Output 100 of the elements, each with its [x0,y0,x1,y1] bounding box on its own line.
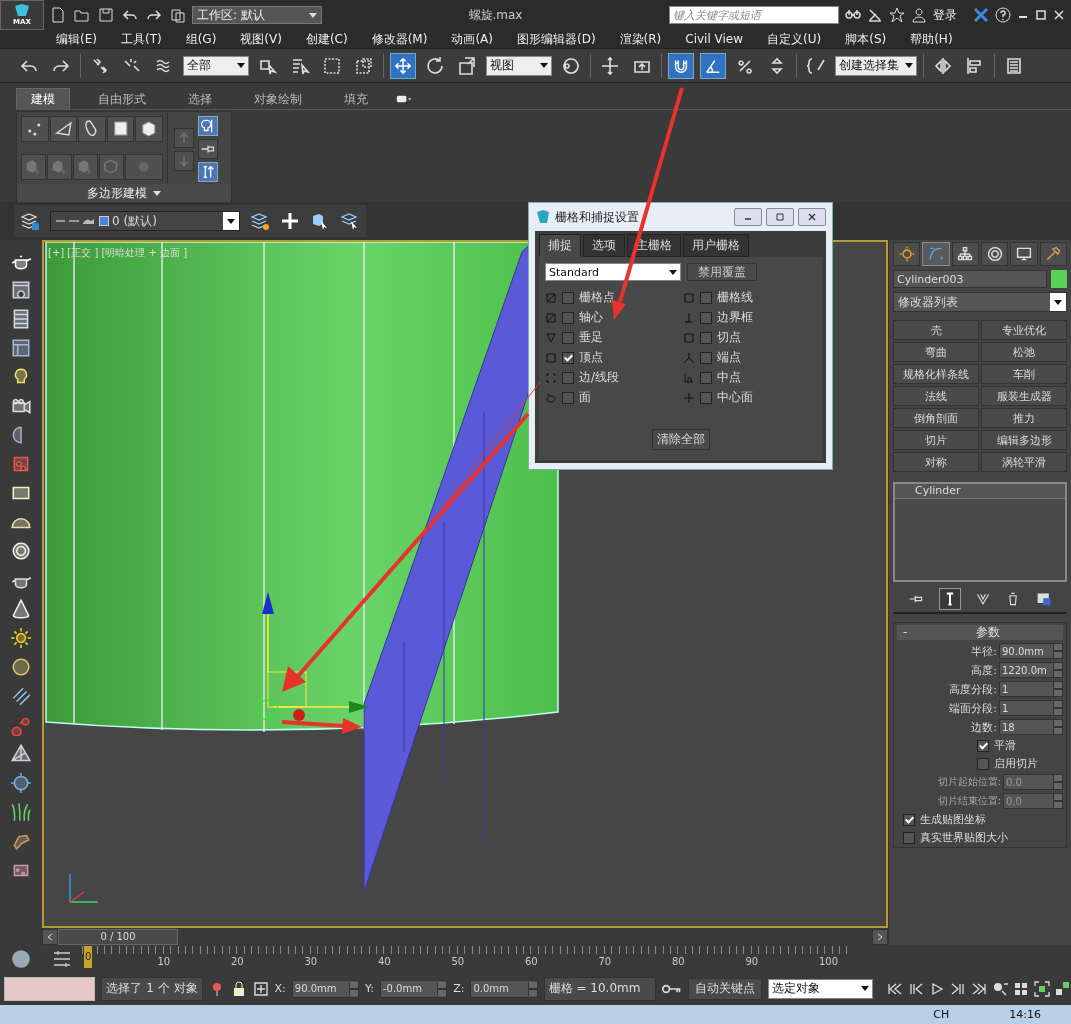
modifier-button[interactable]: 倒角剖面 [893,408,979,428]
coordinate-spinner[interactable]: -0.0mm [379,979,448,998]
close-icon[interactable] [1053,9,1065,21]
workspace-dropdown[interactable]: 工作区: 默认 [192,6,322,24]
star-icon[interactable] [889,7,905,23]
grass-icon[interactable] [10,801,32,823]
previous-frame-button[interactable] [42,928,58,945]
snap-checkbox[interactable] [700,291,712,304]
menu-item[interactable]: 创建(C) [305,30,348,48]
sunburst-tab[interactable] [893,242,921,266]
absolute-mode-icon[interactable] [252,980,269,997]
option-checkbox[interactable] [903,813,915,826]
zoom-plus-icon[interactable] [992,980,1008,997]
modifier-button[interactable]: 松弛 [981,342,1067,362]
triangle-edge-icon[interactable] [49,116,78,142]
open-folder-icon[interactable] [74,7,90,23]
vertex-dots-icon[interactable] [21,116,49,142]
help-icon[interactable] [995,7,1011,23]
ribbon-tab[interactable]: 选择 [174,88,226,110]
auto-key-button[interactable]: 自动关键点 [688,977,763,1000]
layers-icon[interactable] [20,211,40,231]
modifier-button[interactable]: 推力 [981,408,1067,428]
input-language-indicator[interactable]: CH [933,1008,950,1021]
modifier-button[interactable]: 编辑多边形 [981,430,1067,450]
dialog-tab[interactable]: 用户栅格 [683,234,749,257]
menu-item[interactable]: 编辑(E) [56,30,97,48]
snap-checkbox[interactable] [700,311,712,324]
toolbar-dropdown[interactable]: 全部 [183,55,249,76]
clear-all-button[interactable]: 清除全部 [651,429,710,450]
override-button[interactable]: 禁用覆盖 [687,263,757,281]
snap-checkbox[interactable] [562,371,574,384]
parameter-spinner[interactable]: 1 [999,681,1063,697]
snap-checkbox[interactable] [700,351,712,364]
menu-item[interactable]: 工具(T) [120,30,162,48]
particles-icon[interactable] [10,685,32,707]
project-icon[interactable] [170,7,186,23]
user-icon[interactable] [911,7,927,23]
magnet-icon[interactable] [668,52,694,79]
pin-icon[interactable] [198,139,218,159]
sun-icon[interactable] [10,627,32,649]
time-slider-thumb[interactable]: 0 / 100 [58,928,178,945]
maximize-icon[interactable] [1035,9,1047,21]
sphere-icon[interactable] [10,947,32,970]
play-icon[interactable] [929,980,945,997]
cube-cursor-icon[interactable] [310,211,330,231]
snap-preset-dropdown[interactable]: Standard [545,263,681,281]
snap-checkbox[interactable] [562,311,574,324]
minimize-button[interactable] [734,208,762,226]
menu-item[interactable]: 修改器(M) [371,30,428,48]
object-name-field[interactable]: Cylinder003 [893,270,1047,288]
clock-time[interactable]: 14:16 [1009,1008,1041,1021]
coordinate-spinner[interactable]: 0.0mm [470,979,538,998]
smooth-checkbox[interactable] [977,739,989,752]
panel-icon[interactable] [10,337,32,359]
snap-checkbox[interactable] [562,291,574,304]
wire-cube-icon[interactable] [99,154,125,180]
cubes-icon[interactable] [1055,980,1071,997]
parameter-spinner[interactable]: 90.0mm [999,643,1063,659]
parameter-spinner[interactable]: 1 [999,700,1063,716]
square-face-icon[interactable] [106,116,135,142]
coordinate-spinner[interactable]: 90.0mm [291,979,359,998]
modifier-button[interactable]: 法线 [893,386,979,406]
snap-checkbox[interactable] [700,371,712,384]
menu-item[interactable]: 渲染(R) [619,30,662,48]
snap-checkbox[interactable] [562,391,574,404]
modifier-button[interactable]: 车削 [981,364,1067,384]
target-circle-tab[interactable] [981,242,1009,266]
layers-cursor-icon[interactable] [340,211,360,231]
modifier-button[interactable]: 弯曲 [893,342,979,362]
menu-item[interactable]: 自定义(U) [767,30,822,48]
cube-icon[interactable] [135,116,163,142]
parameter-spinner[interactable]: 1220.0m [999,662,1063,678]
modifier-button[interactable]: 规格化样条线 [893,364,979,384]
modifier-button[interactable]: 对称 [893,452,979,472]
object-color-swatch[interactable] [1051,270,1067,288]
monitor-tab[interactable] [1010,242,1038,266]
menu-item[interactable]: 图形编辑器(D) [516,30,596,48]
menu-item[interactable]: Civil View [685,32,744,46]
angle-magnet-icon[interactable] [700,52,726,79]
rollout-header[interactable]: - 参数 [897,625,1063,640]
dialog-tab[interactable]: 选项 [583,234,625,257]
close-button[interactable] [798,208,826,226]
modifier-button[interactable]: 壳 [893,320,979,340]
modifier-button[interactable]: 切片 [893,430,979,450]
snap-checkbox[interactable] [700,331,712,344]
slice-checkbox[interactable] [977,757,989,770]
dialog-tab[interactable]: 捕捉 [539,234,581,257]
snap-checkbox[interactable] [562,351,574,364]
border-loop-icon[interactable] [78,116,106,142]
hammer-tab[interactable] [1039,242,1067,266]
stack-item[interactable]: Cylinder [895,484,1065,499]
sphere-icon[interactable] [10,656,32,678]
fork-icon[interactable] [974,591,991,607]
menu-item[interactable]: 动画(A) [451,30,493,48]
parameter-spinner[interactable]: 18 [999,719,1063,735]
ribbon-tab[interactable]: 自由形式 [84,88,160,110]
modifier-button[interactable]: 专业优化 [981,320,1067,340]
snap-checkbox[interactable] [700,391,712,404]
menu-item[interactable]: 帮助(H) [910,30,953,48]
save-icon[interactable] [98,7,114,23]
